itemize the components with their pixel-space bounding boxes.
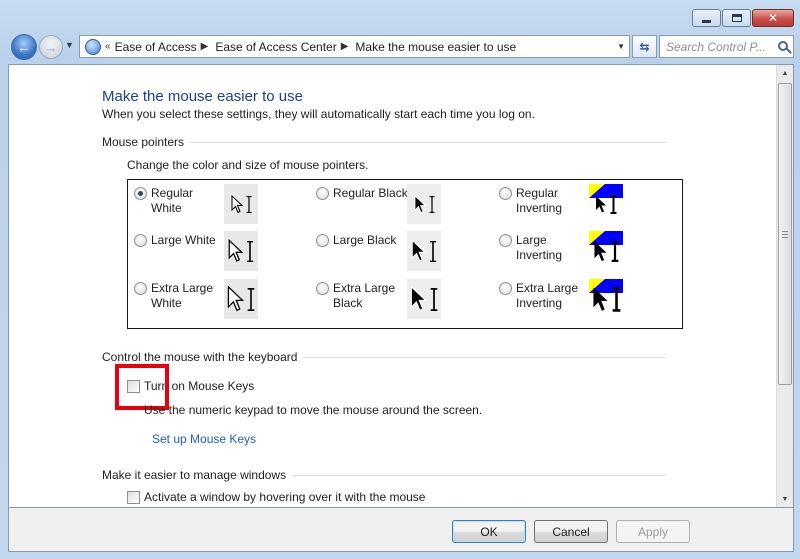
- control-panel-icon: [85, 38, 101, 55]
- scheme-label: Extra Large Black: [333, 281, 396, 310]
- apply-button[interactable]: Apply: [616, 520, 690, 543]
- radio-regular-inverting[interactable]: [499, 187, 512, 200]
- scheme-extra-large-white[interactable]: Extra Large White: [134, 281, 225, 311]
- scheme-large-white[interactable]: Large White: [134, 233, 225, 248]
- pointer-preview-large-inverting: [589, 231, 623, 271]
- breadcrumb-ease-of-access[interactable]: Ease of Access: [115, 40, 197, 54]
- search-input[interactable]: [666, 39, 778, 54]
- page-subtitle: When you select these settings, they wil…: [102, 107, 535, 121]
- scheme-regular-black[interactable]: Regular Black: [316, 186, 411, 201]
- minimize-icon: [702, 19, 711, 23]
- radio-large-inverting[interactable]: [499, 234, 512, 247]
- section-heading-windows: Make it easier to manage windows: [102, 468, 293, 482]
- scheme-label: Regular Black: [333, 186, 408, 200]
- content-pane: Make the mouse easier to use When you se…: [8, 64, 794, 508]
- pointer-preview-extra-large-white: [224, 279, 258, 319]
- scheme-regular-white[interactable]: Regular White: [134, 186, 225, 216]
- radio-extra-large-white[interactable]: [134, 282, 147, 295]
- radio-regular-white[interactable]: [134, 187, 147, 200]
- chevron-left-icon[interactable]: «: [105, 41, 111, 52]
- radio-extra-large-black[interactable]: [316, 282, 329, 295]
- forward-button[interactable]: →: [39, 35, 63, 59]
- section-heading-keyboard: Control the mouse with the keyboard: [102, 350, 304, 364]
- cancel-button[interactable]: Cancel: [534, 520, 608, 543]
- breadcrumb-current-page[interactable]: Make the mouse easier to use: [355, 40, 516, 54]
- navigation-bar: ← → ▼ « Ease of Access ▶ Ease of Access …: [8, 32, 794, 60]
- pointer-preview-regular-white: [224, 184, 258, 224]
- set-up-mouse-keys-link[interactable]: Set up Mouse Keys: [152, 432, 256, 446]
- scheme-label: Large Black: [333, 233, 397, 247]
- back-button[interactable]: ←: [11, 34, 37, 60]
- address-bar[interactable]: « Ease of Access ▶ Ease of Access Center…: [79, 35, 630, 58]
- button-bar: OK Cancel Apply: [8, 508, 794, 552]
- scheme-label: Regular Inverting: [516, 186, 563, 215]
- address-dropdown-icon[interactable]: ▼: [617, 42, 625, 51]
- radio-large-black[interactable]: [316, 234, 329, 247]
- scheme-regular-inverting[interactable]: Regular Inverting: [499, 186, 590, 216]
- scheme-label: Large White: [151, 233, 216, 247]
- breadcrumb-ease-of-access-center[interactable]: Ease of Access Center: [215, 40, 336, 54]
- chevron-right-icon[interactable]: ▶: [341, 41, 349, 52]
- ok-button[interactable]: OK: [452, 520, 526, 543]
- scheme-large-black[interactable]: Large Black: [316, 233, 407, 248]
- page-title: Make the mouse easier to use: [102, 88, 303, 105]
- pointers-help-text: Change the color and size of mouse point…: [127, 158, 369, 172]
- hover-activate-option[interactable]: Activate a window by hovering over it wi…: [127, 490, 425, 504]
- vertical-scrollbar[interactable]: ▲ ▼: [776, 65, 793, 507]
- window: ✕ ← → ▼ « Ease of Access ▶ Ease of Acces…: [0, 0, 800, 559]
- pointer-preview-extra-large-inverting: [589, 279, 623, 319]
- hover-activate-label[interactable]: Activate a window by hovering over it wi…: [144, 490, 425, 504]
- scheme-extra-large-inverting[interactable]: Extra Large Inverting: [499, 281, 590, 311]
- search-icon[interactable]: [778, 41, 788, 51]
- hover-activate-checkbox[interactable]: [127, 490, 140, 504]
- forward-arrow-icon: →: [44, 39, 58, 55]
- refresh-icon: ⇆: [639, 39, 650, 54]
- minimize-button[interactable]: [692, 9, 721, 27]
- radio-extra-large-inverting[interactable]: [499, 282, 512, 295]
- scroll-up-arrow-icon[interactable]: ▲: [777, 65, 793, 81]
- maximize-icon: [731, 14, 742, 22]
- grip-icon: [782, 230, 788, 238]
- scheme-label: Large Inverting: [516, 233, 563, 262]
- mouse-keys-description: Use the numeric keypad to move the mouse…: [144, 403, 483, 417]
- pointer-preview-regular-black: [407, 184, 441, 224]
- section-heading-mouse-pointers: Mouse pointers: [102, 135, 191, 149]
- scheme-label: Regular White: [151, 186, 194, 215]
- scroll-down-arrow-icon[interactable]: ▼: [777, 491, 793, 507]
- radio-regular-black[interactable]: [316, 187, 329, 200]
- back-arrow-icon: ←: [17, 39, 31, 55]
- scheme-label: Extra Large Inverting: [516, 281, 579, 310]
- radio-large-white[interactable]: [134, 234, 147, 247]
- refresh-button[interactable]: ⇆: [632, 35, 657, 58]
- search-box: [659, 35, 794, 58]
- pointer-scheme-group: Regular White Regular Black Regular Inve…: [127, 179, 683, 329]
- close-icon: ✕: [767, 11, 779, 25]
- scrollbar-thumb[interactable]: [778, 83, 792, 385]
- scheme-extra-large-black[interactable]: Extra Large Black: [316, 281, 407, 311]
- scheme-large-inverting[interactable]: Large Inverting: [499, 233, 590, 263]
- scheme-label: Extra Large White: [151, 281, 214, 310]
- pointer-preview-large-black: [407, 231, 441, 271]
- pointer-preview-large-white: [224, 231, 258, 271]
- caption-buttons: ✕: [691, 9, 794, 27]
- chevron-right-icon[interactable]: ▶: [201, 41, 209, 52]
- close-button[interactable]: ✕: [752, 9, 794, 27]
- recent-pages-dropdown[interactable]: ▼: [65, 40, 74, 50]
- pointer-preview-regular-inverting: [589, 184, 623, 224]
- maximize-button[interactable]: [722, 9, 751, 27]
- pointer-preview-extra-large-black: [407, 279, 441, 319]
